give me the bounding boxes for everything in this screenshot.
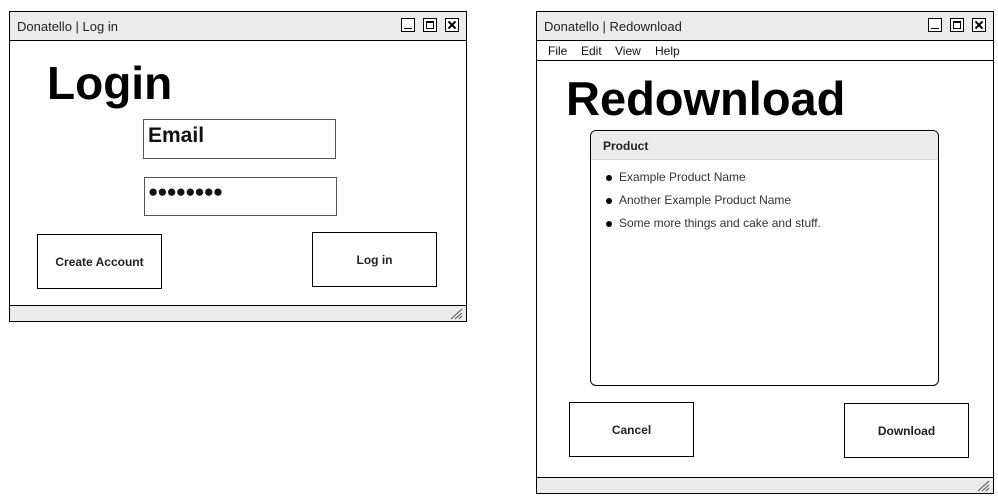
maximize-icon[interactable] [423, 18, 437, 32]
bullet-icon [606, 221, 612, 227]
menu-bar: File Edit View Help [537, 41, 993, 61]
login-titlebar[interactable]: Donatello | Log in [10, 12, 466, 41]
login-statusbar [10, 305, 466, 321]
menu-help[interactable]: Help [655, 44, 680, 58]
product-panel: Product Example Product Name Another Exa… [590, 130, 939, 386]
login-button[interactable]: Log in [312, 232, 437, 287]
close-icon[interactable] [972, 18, 986, 32]
download-button[interactable]: Download [844, 403, 969, 458]
maximize-icon[interactable] [950, 18, 964, 32]
redownload-heading: Redownload [566, 72, 846, 125]
resize-grip-icon[interactable] [976, 480, 990, 492]
menu-edit[interactable]: Edit [581, 44, 602, 58]
product-name: Some more things and cake and stuff. [619, 216, 821, 230]
product-name: Another Example Product Name [619, 193, 792, 207]
resize-grip-icon[interactable] [449, 308, 463, 320]
bullet-icon [606, 198, 612, 204]
login-window: Donatello | Log in Login Email ●●●●●●●● … [9, 11, 467, 322]
product-name: Example Product Name [619, 170, 746, 184]
create-account-button[interactable]: Create Account [37, 234, 162, 289]
list-item[interactable]: Some more things and cake and stuff. [606, 216, 821, 239]
product-list: Example Product Name Another Example Pro… [606, 170, 821, 239]
list-item[interactable]: Example Product Name [606, 170, 821, 193]
login-heading: Login [47, 57, 173, 109]
menu-file[interactable]: File [548, 44, 567, 58]
login-window-title: Donatello | Log in [17, 19, 118, 34]
minimize-icon[interactable] [928, 18, 942, 32]
redownload-window: Donatello | Redownload File Edit View He… [536, 11, 994, 494]
close-icon[interactable] [445, 18, 459, 32]
minimize-icon[interactable] [401, 18, 415, 32]
product-panel-header: Product [591, 131, 938, 160]
menu-view[interactable]: View [615, 44, 641, 58]
redownload-titlebar[interactable]: Donatello | Redownload [537, 12, 993, 41]
product-panel-title: Product [603, 139, 649, 153]
password-field[interactable]: ●●●●●●●● [144, 177, 337, 216]
email-field[interactable]: Email [143, 119, 336, 159]
list-item[interactable]: Another Example Product Name [606, 193, 821, 216]
redownload-statusbar [537, 477, 993, 493]
bullet-icon [606, 175, 612, 181]
redownload-window-title: Donatello | Redownload [544, 19, 682, 34]
cancel-button[interactable]: Cancel [569, 402, 694, 457]
